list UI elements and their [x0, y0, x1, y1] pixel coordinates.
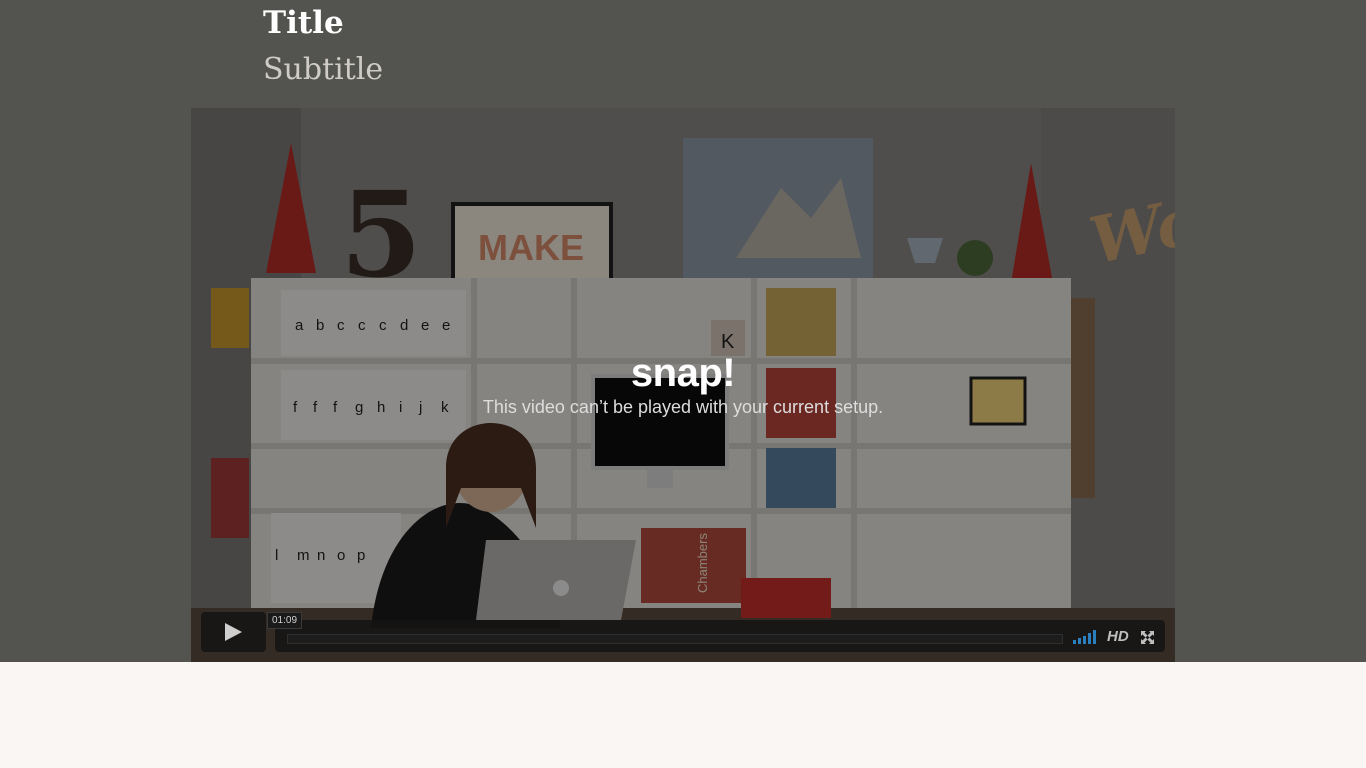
page-title: Title [263, 5, 344, 41]
playback-error: snap! This video can’t be played with yo… [191, 351, 1175, 419]
hd-toggle[interactable]: HD [1107, 628, 1129, 646]
page-subtitle: Subtitle [263, 52, 384, 87]
video-player[interactable]: MAKE 5 Wo abcccdee f f f g h i j k l m n… [191, 108, 1175, 662]
play-icon [225, 623, 242, 641]
error-title: snap! [630, 351, 736, 395]
play-button[interactable] [201, 612, 266, 652]
error-message: This video can’t be played with your cur… [482, 397, 884, 417]
player-controls: HD 01:09 [201, 612, 1165, 652]
control-bar: HD [275, 620, 1165, 652]
fullscreen-icon[interactable] [1141, 631, 1154, 644]
progress-bar[interactable] [287, 634, 1063, 644]
volume-icon[interactable] [1073, 630, 1097, 644]
hero-section: Title Subtitle MAKE 5 Wo a b c c c d e e… [0, 0, 1366, 662]
timecode: 01:09 [267, 612, 303, 629]
